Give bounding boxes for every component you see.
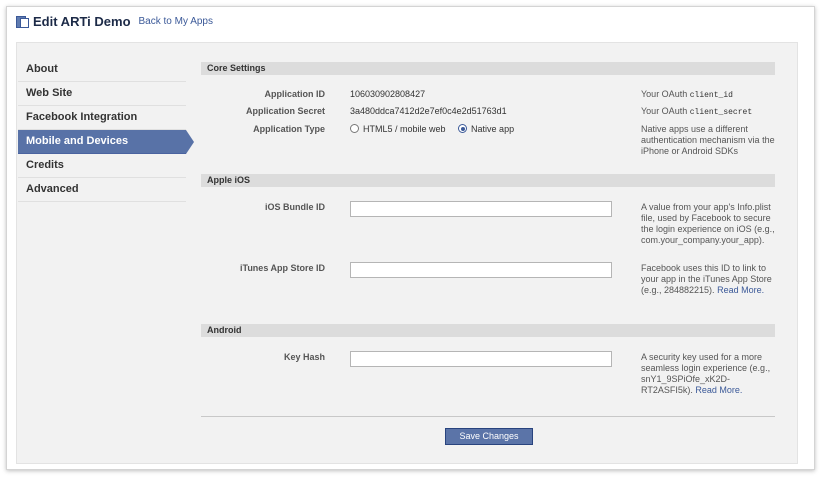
sidebar-item-mobile-and-devices[interactable]: Mobile and Devices <box>18 130 194 154</box>
app-type-options: HTML5 / mobile web Native app <box>350 124 514 134</box>
save-changes-button[interactable]: Save Changes <box>445 428 533 445</box>
html5-radio[interactable] <box>350 124 359 133</box>
html5-option-label: HTML5 / mobile web <box>363 124 446 134</box>
itunes-id-help: Facebook uses this ID to link to your ap… <box>641 263 776 296</box>
key-hash-read-more-link[interactable]: Read More. <box>695 385 742 395</box>
back-to-my-apps-link[interactable]: Back to My Apps <box>139 16 213 27</box>
ios-bundle-label: iOS Bundle ID <box>264 202 325 212</box>
app-type-help: Native apps use a different authenticati… <box>641 124 775 156</box>
itunes-id-label: iTunes App Store ID <box>239 263 325 273</box>
sidebar-item-facebook-integration[interactable]: Facebook Integration <box>18 106 186 130</box>
secret-help: Your OAuth client_secret <box>641 106 776 118</box>
page-title: Edit ARTi Demo <box>33 13 131 29</box>
section-header-android: Android <box>201 324 775 337</box>
app-id-label: Application ID <box>264 89 326 99</box>
app-id-help: Your OAuth client_id <box>641 89 776 101</box>
secret-value: 3a480ddca7412d2e7ef0c4e2d51763d1 <box>350 106 507 116</box>
app-id-value: 106030902808427 <box>350 89 426 99</box>
sidebar-item-credits[interactable]: Credits <box>18 154 186 178</box>
page-header: Edit ARTi Demo Back to My Apps <box>16 12 213 30</box>
key-hash-input[interactable] <box>350 351 612 367</box>
app-id-help-text: Your OAuth <box>641 89 688 99</box>
secret-help-text: Your OAuth <box>641 106 688 116</box>
ios-bundle-id-input[interactable] <box>350 201 612 217</box>
secret-label: Application Secret <box>245 106 325 116</box>
section-header-core-settings: Core Settings <box>201 62 775 75</box>
form-divider <box>201 416 775 417</box>
app-edit-icon <box>16 15 29 28</box>
app-type-label: Application Type <box>253 124 325 134</box>
ios-bundle-help: A value from your app's Info.plist file,… <box>641 202 775 245</box>
key-hash-help: A security key used for a more seamless … <box>641 352 776 396</box>
itunes-app-store-id-input[interactable] <box>350 262 612 278</box>
sidebar-item-web-site[interactable]: Web Site <box>18 82 186 106</box>
secret-help-code: client_secret <box>689 108 753 117</box>
sidebar-item-about[interactable]: About <box>18 58 186 82</box>
native-app-radio[interactable] <box>458 124 468 133</box>
sidebar-item-advanced[interactable]: Advanced <box>18 178 186 202</box>
sidebar-nav: About Web Site Facebook Integration Mobi… <box>18 58 194 202</box>
itunes-read-more-link[interactable]: Read More. <box>717 285 764 295</box>
section-header-apple-ios: Apple iOS <box>201 174 775 187</box>
key-hash-label: Key Hash <box>283 352 325 362</box>
native-app-option-label: Native app <box>471 124 515 134</box>
app-id-help-code: client_id <box>689 91 733 100</box>
